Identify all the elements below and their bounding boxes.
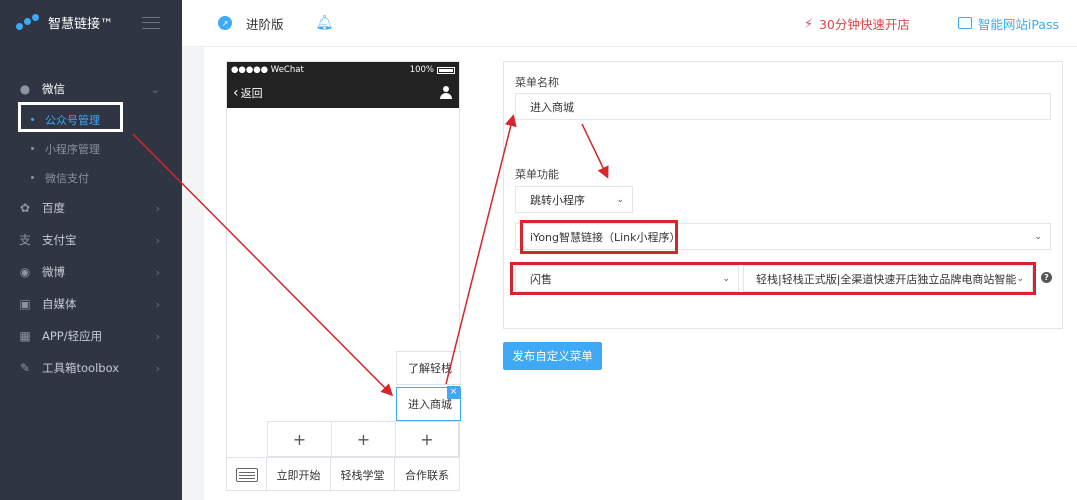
media-icon: ▣ (19, 297, 31, 311)
alipay-icon: 支 (18, 233, 31, 247)
keyboard-toggle[interactable] (227, 458, 267, 492)
menu-name-input[interactable]: 进入商城 (515, 93, 1051, 120)
menu-tab[interactable]: 合作联系 (395, 458, 459, 492)
chevron-down-icon: ⌄ (1034, 231, 1042, 242)
chevron-down-icon: ⌄ (150, 82, 160, 96)
user-icon[interactable] (439, 86, 453, 100)
sidebar-item-baidu[interactable]: ✿ 百度 › (0, 192, 182, 224)
wechat-icon: ● (19, 82, 31, 96)
version-icon: ↗ (218, 16, 232, 30)
sidebar-item-label: 工具箱toolbox (42, 361, 120, 375)
logo[interactable]: 智慧链接™ (0, 0, 182, 45)
back-button[interactable]: ‹ 返回 (233, 85, 263, 101)
sidebar-sub-miniprogram[interactable]: 小程序管理 (0, 134, 182, 163)
quick-open-label: 30分钟快速开店 (818, 16, 910, 32)
app-grid-icon: ▦ (19, 329, 31, 343)
battery-label: 100% (409, 65, 434, 75)
menu-tab[interactable]: 立即开始 (267, 458, 331, 492)
quick-open-link[interactable]: ⚡︎ 30分钟快速开店 (804, 14, 910, 33)
sidebar: 智慧链接™ ● 微信 ⌄ 公众号管理 小程序管理 微信支付 ✿ 百度 › 支 支… (0, 0, 182, 500)
sidebar-sub-wechat-pay[interactable]: 微信支付 (0, 163, 182, 192)
sidebar-item-label: 支付宝 (42, 233, 77, 247)
chevron-right-icon: › (155, 297, 160, 311)
add-menu-row: + + + (267, 421, 459, 457)
sidebar-item-label: 百度 (42, 201, 65, 215)
add-submenu-button[interactable]: + (331, 421, 395, 457)
carrier-label: ●●●●● WeChat (231, 65, 304, 75)
sidebar-item-app[interactable]: ▦ APP/轻应用 › (0, 320, 182, 352)
chevron-down-icon: ⌄ (616, 194, 624, 205)
menu-name-label: 菜单名称 (515, 76, 559, 89)
sidebar-item-wechat[interactable]: ● 微信 ⌄ (0, 73, 182, 105)
add-submenu-button[interactable]: + (395, 421, 459, 457)
phone-menu-tabs: 立即开始 轻栈学堂 合作联系 (227, 457, 459, 492)
phone-preview: ●●●●● WeChat 100% ‹ 返回 了解轻栈 进入商城 × + + +… (226, 61, 461, 492)
weibo-icon: ◉ (19, 265, 31, 279)
chevron-right-icon: › (155, 233, 160, 247)
sidebar-item-label: 自媒体 (42, 297, 77, 311)
keyboard-icon (235, 468, 258, 482)
close-icon[interactable]: × (447, 386, 460, 399)
battery-icon (437, 66, 455, 74)
sidebar-sub-label: 微信支付 (45, 171, 89, 185)
ipass-label: 智能网站iPass (977, 16, 1059, 32)
ipass-link[interactable]: 智能网站iPass (957, 14, 1059, 33)
menu-tab[interactable]: 轻栈学堂 (331, 458, 395, 492)
top-bar: ↗ 进阶版 🔔︎ ⚡︎ 30分钟快速开店 智能网站iPass (182, 0, 1077, 47)
sidebar-item-media[interactable]: ▣ 自媒体 › (0, 288, 182, 320)
chevron-left-icon: ‹ (233, 85, 239, 101)
add-submenu-button[interactable]: + (267, 421, 331, 457)
bullet-icon (31, 147, 34, 150)
help-icon[interactable]: ? (1041, 272, 1052, 283)
annotation-highlight-box (510, 262, 1036, 295)
chevron-right-icon: › (155, 361, 160, 375)
menu-function-select[interactable]: 跳转小程序 ⌄ (515, 186, 633, 213)
publish-menu-button[interactable]: 发布自定义菜单 (503, 342, 602, 370)
bell-icon[interactable]: 🔔︎ (316, 15, 334, 31)
submenu-item[interactable]: 了解轻栈 (396, 351, 461, 385)
sidebar-item-label: 微信 (42, 82, 65, 96)
sidebar-item-alipay[interactable]: 支 支付宝 › (0, 224, 182, 256)
menu-function-label: 菜单功能 (515, 168, 559, 181)
ipass-icon (957, 17, 972, 29)
wrench-icon: ✎ (19, 361, 31, 375)
chevron-right-icon: › (155, 265, 160, 279)
menu-function-value: 跳转小程序 (530, 193, 585, 207)
sidebar-sub-label: 小程序管理 (45, 142, 100, 156)
phone-nav-bar: ‹ 返回 (227, 78, 459, 108)
battery-indicator: 100% (410, 65, 455, 75)
menu-toggle-icon[interactable] (142, 16, 160, 29)
bolt-icon: ⚡︎ (804, 15, 813, 31)
sidebar-item-weibo[interactable]: ◉ 微博 › (0, 256, 182, 288)
chevron-right-icon: › (155, 201, 160, 215)
version-label[interactable]: 进阶版 (246, 14, 284, 33)
chevron-right-icon: › (155, 329, 160, 343)
back-label: 返回 (240, 87, 263, 100)
app-name: 智慧链接™ (48, 17, 114, 32)
sidebar-item-toolbox[interactable]: ✎ 工具箱toolbox › (0, 352, 182, 384)
sidebar-item-label: 微博 (42, 265, 65, 279)
paw-icon: ✿ (19, 201, 31, 215)
annotation-highlight-box (520, 220, 678, 254)
sidebar-item-label: APP/轻应用 (42, 329, 103, 343)
logo-icon (16, 13, 40, 32)
bullet-icon (31, 176, 34, 179)
annotation-highlight-box (18, 102, 123, 132)
phone-status-bar: ●●●●● WeChat 100% (227, 62, 459, 78)
